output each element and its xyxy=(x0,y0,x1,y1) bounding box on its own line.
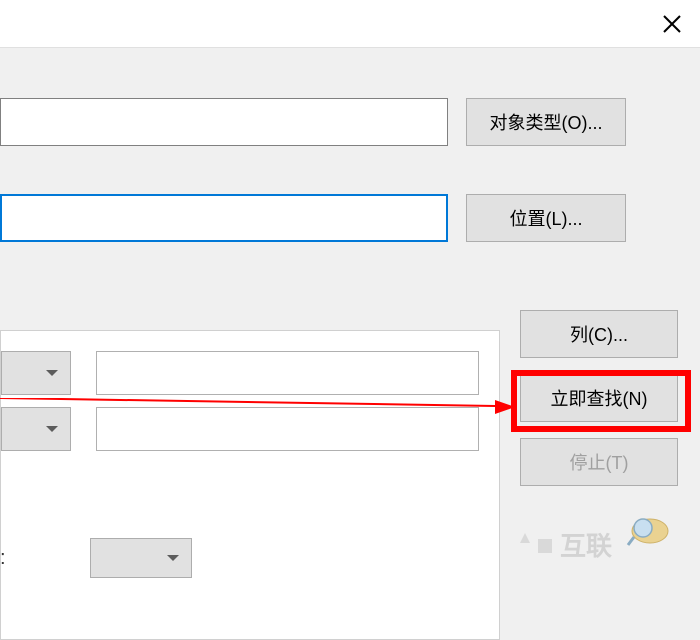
location-input[interactable] xyxy=(0,194,448,242)
criteria-dropdown-2[interactable] xyxy=(1,407,71,451)
watermark: 互联 xyxy=(510,513,690,568)
location-button[interactable]: 位置(L)... xyxy=(466,194,626,242)
search-row-1 xyxy=(1,331,499,395)
object-type-input[interactable] xyxy=(0,98,448,146)
stop-button[interactable]: 停止(T) xyxy=(520,438,678,486)
bottom-label: : xyxy=(0,547,10,570)
location-row: 位置(L)... xyxy=(0,194,700,242)
object-type-row: 对象类型(O)... xyxy=(0,98,700,146)
close-icon xyxy=(662,14,682,34)
criteria-dropdown-1[interactable] xyxy=(1,351,71,395)
title-bar xyxy=(0,0,700,48)
bottom-dropdown[interactable] xyxy=(90,538,192,578)
bottom-area: : xyxy=(0,538,192,578)
search-panel xyxy=(0,330,500,640)
watermark-text: 互联 xyxy=(560,531,612,561)
magnifier-icon xyxy=(628,519,668,545)
close-button[interactable] xyxy=(654,6,690,42)
criteria-input-1[interactable] xyxy=(96,351,479,395)
object-type-button[interactable]: 对象类型(O)... xyxy=(466,98,626,146)
find-now-button[interactable]: 立即查找(N) xyxy=(520,374,678,422)
action-buttons: 列(C)... 立即查找(N) 停止(T) xyxy=(520,310,680,502)
columns-button[interactable]: 列(C)... xyxy=(520,310,678,358)
search-row-2 xyxy=(1,395,499,451)
upper-section: 对象类型(O)... 位置(L)... xyxy=(0,48,700,330)
criteria-input-2[interactable] xyxy=(96,407,479,451)
